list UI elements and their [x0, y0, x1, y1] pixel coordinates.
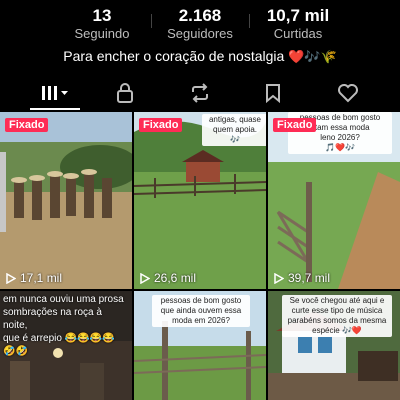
- followers-count: 2.168: [178, 6, 222, 25]
- followers-stat[interactable]: 2.168 Seguidores: [160, 6, 240, 42]
- videos-grid-icon: [42, 86, 68, 100]
- video-thumbnail[interactable]: antigas, quase quem apoia. 🎶 Fixado 26,6…: [134, 112, 266, 289]
- profile-tabs: [0, 76, 400, 112]
- video-thumbnail[interactable]: em nunca ouviu uma prosa sombrações na r…: [0, 291, 132, 400]
- video-thumbnail-image: [0, 112, 132, 289]
- profile-stats: 13 Seguindo 2.168 Seguidores 10,7 mil Cu…: [0, 0, 400, 44]
- bio-text: Para encher o coração de nostalgia: [63, 48, 285, 64]
- view-count-value: 26,6 mil: [154, 271, 197, 285]
- video-grid: Fixado 17,1 mil antigas, quase quem apoi…: [0, 112, 400, 400]
- profile-bio: Para encher o coração de nostalgia ❤️🎶🌾: [0, 46, 400, 67]
- video-overlay-text: Se você chegou até aqui e curte esse tip…: [282, 295, 392, 337]
- view-count: 26,6 mil: [140, 271, 196, 285]
- video-thumbnail[interactable]: Se você chegou até aqui e curte esse tip…: [268, 291, 400, 400]
- video-overlay-text: antigas, quase quem apoia. 🎶: [202, 114, 266, 146]
- followers-label: Seguidores: [167, 26, 233, 41]
- stat-divider: [151, 14, 152, 28]
- following-stat[interactable]: 13 Seguindo: [62, 6, 142, 42]
- view-count-value: 17,1 mil: [20, 271, 63, 285]
- tab-liked[interactable]: [333, 76, 363, 110]
- view-count: 39,7 mil: [274, 271, 330, 285]
- tab-videos[interactable]: [30, 76, 80, 110]
- heart-icon: [338, 84, 358, 103]
- active-tab-indicator: [30, 108, 80, 110]
- tab-private[interactable]: [110, 76, 140, 110]
- lock-icon: [117, 83, 133, 103]
- play-icon: [140, 272, 150, 284]
- play-icon: [6, 272, 16, 284]
- stat-divider: [249, 14, 250, 28]
- pinned-badge: Fixado: [273, 118, 317, 132]
- view-count: 17,1 mil: [6, 271, 62, 285]
- video-thumbnail[interactable]: pessoas de bom gosto utam essa moda leno…: [268, 112, 400, 289]
- bookmark-icon: [266, 84, 280, 103]
- video-overlay-text: pessoas de bom gosto que ainda ouvem ess…: [152, 295, 250, 327]
- view-count-value: 39,7 mil: [288, 271, 331, 285]
- repost-icon: [192, 83, 208, 103]
- likes-stat[interactable]: 10,7 mil Curtidas: [258, 6, 338, 42]
- bio-emoji: ❤️🎶🌾: [288, 49, 337, 64]
- following-count: 13: [92, 6, 112, 25]
- tab-reposts[interactable]: [185, 76, 215, 110]
- likes-label: Curtidas: [273, 26, 323, 41]
- tab-saved[interactable]: [258, 76, 288, 110]
- play-icon: [274, 272, 284, 284]
- pinned-badge: Fixado: [139, 118, 183, 132]
- likes-count: 10,7 mil: [266, 6, 330, 25]
- video-caption: em nunca ouviu uma prosa sombrações na r…: [3, 294, 124, 357]
- video-thumbnail[interactable]: pessoas de bom gosto que ainda ouvem ess…: [134, 291, 266, 400]
- video-thumbnail[interactable]: Fixado 17,1 mil: [0, 112, 132, 289]
- following-label: Seguindo: [74, 26, 130, 41]
- pinned-badge: Fixado: [5, 118, 49, 132]
